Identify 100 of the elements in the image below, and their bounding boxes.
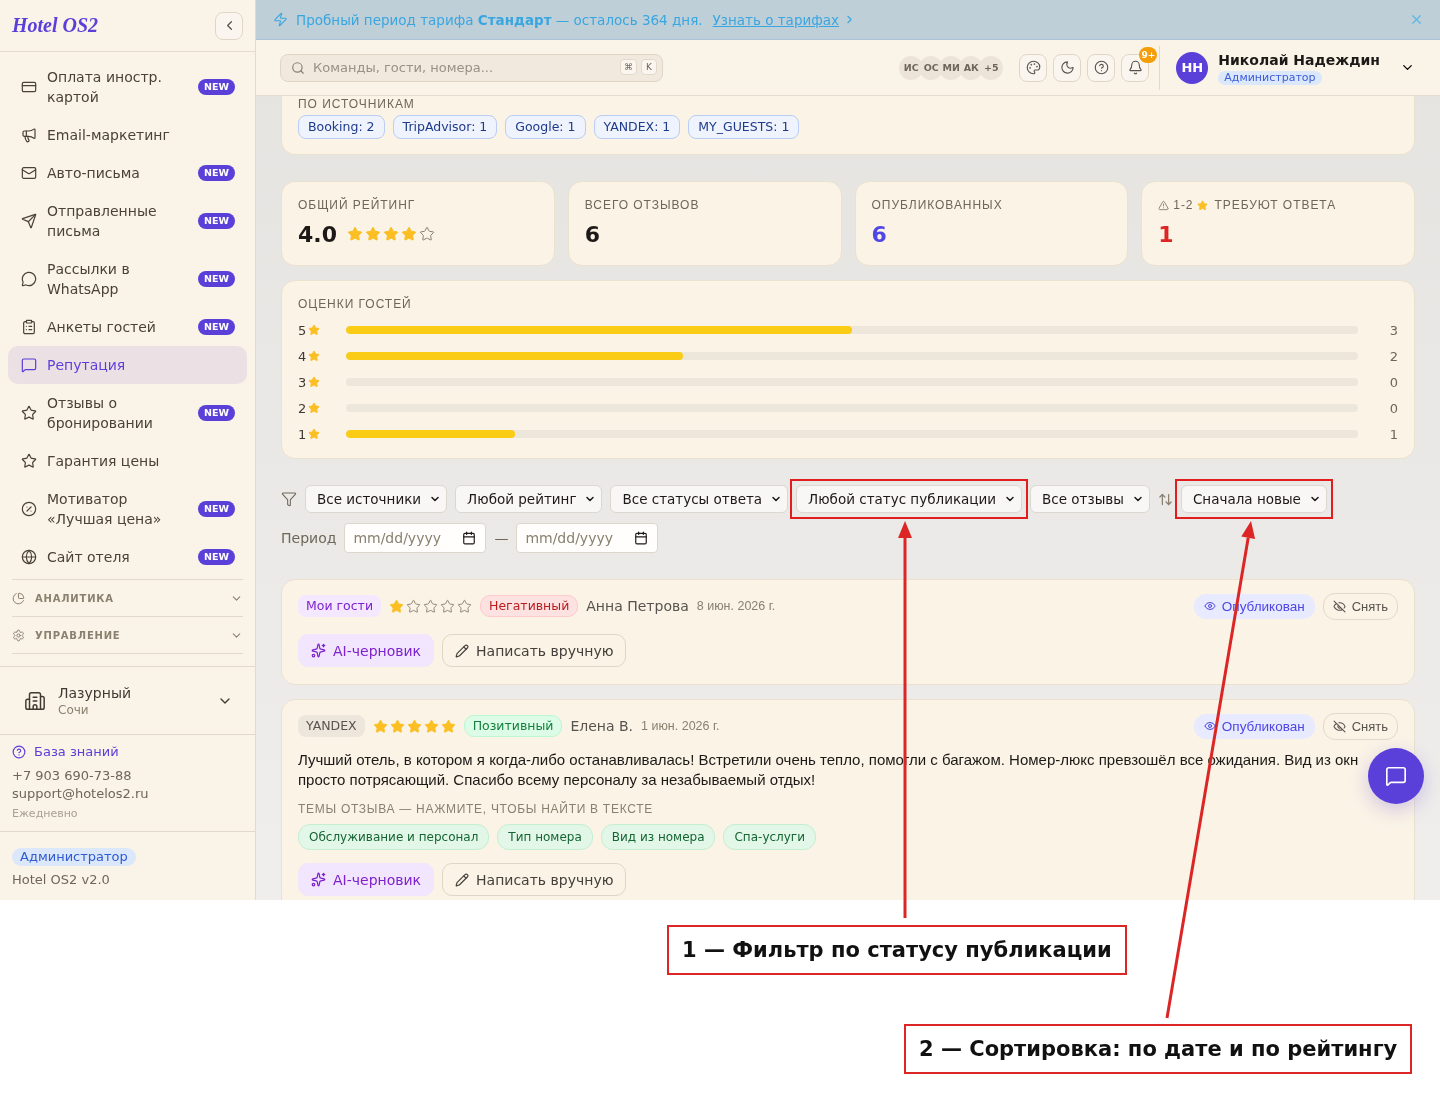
star-icon (440, 718, 456, 734)
new-badge: NEW (198, 213, 235, 229)
dropdown-select[interactable]: Все отзывы (1030, 485, 1150, 513)
more-users-count: +5 (979, 55, 1004, 80)
write-reply-button[interactable]: Написать вручную (442, 863, 627, 896)
star-outline-icon (423, 598, 439, 614)
sidebar-item[interactable]: Отправленные письма NEW (8, 192, 247, 250)
star-outline-icon (406, 598, 422, 614)
section-title: ПО ИСТОЧНИКАМ (298, 98, 416, 110)
eye-icon (1203, 600, 1216, 612)
dropdown-select[interactable]: Все источники (305, 485, 448, 513)
dark-mode-button[interactable] (1053, 53, 1082, 82)
star-icon (423, 718, 439, 734)
building-icon (24, 689, 46, 712)
role-badge: Администратор (12, 848, 136, 866)
stat-label: ВСЕГО ОТЗЫВОВ (584, 197, 701, 213)
annotation-caption: 2 — Сортировка: по дате и по рейтингу (904, 1024, 1413, 1074)
new-badge: NEW (198, 79, 235, 95)
topic-chip[interactable]: Тип номера (497, 824, 593, 850)
ai-draft-button[interactable]: AI-черновик (298, 634, 435, 667)
sidebar-item[interactable]: Анкеты гостей NEW (8, 308, 247, 346)
clipboard-icon (21, 319, 37, 335)
percent-circle-icon (21, 501, 37, 517)
sidebar-item[interactable]: Сайт отеля NEW (8, 538, 247, 576)
megaphone-icon (21, 127, 37, 143)
hotel-selector[interactable]: Лазурный Сочи (0, 666, 255, 734)
reviewer-name: Анна Петрова (586, 598, 689, 614)
support-email: support@hotelos2.ru (12, 785, 149, 803)
pencil-icon (455, 643, 470, 658)
envelope-icon (21, 165, 37, 181)
speech-bubble-icon (21, 271, 37, 287)
unpublish-button[interactable]: Снять (1322, 712, 1398, 740)
rating-score: 2 (298, 400, 307, 416)
sort-icon (1157, 491, 1173, 507)
date-field[interactable]: mm/dd/yyyy (516, 523, 659, 553)
sidebar-item[interactable]: Email-маркетинг (8, 116, 247, 154)
help-icon (12, 745, 26, 759)
knowledge-base-link[interactable]: База знаний (12, 743, 119, 761)
star-icon (389, 598, 405, 614)
sidebar-item[interactable]: Авто-письма NEW (8, 154, 247, 192)
new-badge: NEW (198, 271, 235, 287)
section-title: ОЦЕНКИ ГОСТЕЙ (298, 296, 413, 312)
ai-draft-button[interactable]: AI-черновик (298, 863, 435, 896)
sidebar-item[interactable]: Репутация (8, 346, 247, 384)
sidebar-item[interactable]: Гарантия цены (8, 442, 247, 480)
dropdown-select[interactable]: Сначала новые (1180, 485, 1327, 513)
sidebar-item[interactable]: Рассылки в WhatsApp NEW (8, 250, 247, 308)
write-reply-button[interactable]: Написать вручную (442, 634, 627, 667)
chat-icon (1385, 765, 1407, 787)
star-outline-icon (457, 598, 473, 614)
stat-value: 6 (584, 221, 601, 247)
warning-icon (1158, 199, 1170, 211)
rating-range: 1-2 (1173, 197, 1194, 213)
user-name: Николай Надеждин (1218, 50, 1380, 70)
pie-chart-icon (12, 591, 25, 605)
user-menu[interactable]: НН Николай Надеждин Администратор (1176, 50, 1415, 85)
paper-plane-icon (21, 213, 37, 229)
source-count-chip: Google: 1 (505, 115, 586, 139)
rating-score: 3 (298, 374, 307, 390)
status-label: Опубликован (1221, 717, 1305, 735)
role-badge: Администратор (1218, 70, 1322, 85)
new-badge: NEW (198, 319, 235, 335)
topic-chip[interactable]: Вид из номера (600, 824, 716, 850)
dropdown-select[interactable]: Любой статус публикации (796, 485, 1023, 513)
close-icon (1409, 12, 1424, 27)
source-count-chip: YANDEX: 1 (593, 115, 681, 139)
sentiment-tag: Негативный (480, 595, 579, 617)
palette-icon (1025, 60, 1041, 75)
eye-icon (1203, 720, 1216, 732)
help-button[interactable] (1087, 53, 1116, 82)
theme-button[interactable] (1019, 53, 1048, 82)
rating-count: 0 (1388, 374, 1398, 390)
review-date: 1 июн. 2026 г. (641, 719, 720, 733)
rating-count: 0 (1388, 400, 1398, 416)
date-field[interactable]: mm/dd/yyyy (344, 523, 487, 553)
sidebar-section[interactable]: УПРАВЛЕНИЕ (12, 617, 243, 654)
source-count-chip: TripAdvisor: 1 (392, 115, 498, 139)
sidebar-item[interactable]: Мотиватор «Лучшая цена» NEW (8, 480, 247, 538)
review-date: 8 июн. 2026 г. (696, 599, 776, 613)
sidebar-item[interactable]: Отзывы о бронировании NEW (8, 384, 247, 442)
sidebar-section[interactable]: АНАЛИТИКА (12, 580, 243, 617)
dropdown-select[interactable]: Любой рейтинг (455, 485, 603, 513)
source-tag: Мои гости (298, 595, 382, 617)
new-badge: NEW (198, 405, 235, 421)
credit-card-icon (21, 79, 37, 95)
moon-icon (1059, 60, 1075, 75)
app-logo: Hotel OS2 (12, 14, 99, 37)
star-icon (21, 405, 37, 421)
chat-bubble-icon (21, 357, 37, 373)
topic-chip[interactable]: Спа-услуги (723, 824, 816, 850)
app-version: Hotel OS2 v2.0 (12, 871, 110, 889)
sidebar-item[interactable]: Оплата иностр. картой NEW (8, 58, 247, 116)
stat-value: 1 (1158, 221, 1174, 247)
reviewer-name: Елена В. (570, 718, 634, 734)
lightning-icon (273, 12, 288, 27)
dropdown-select[interactable]: Все статусы ответа (610, 485, 789, 513)
unpublish-button[interactable]: Снять (1322, 592, 1398, 620)
topic-chip[interactable]: Обслуживание и персонал (298, 824, 490, 850)
support-phone: +7 903 690-73-88 (12, 767, 132, 785)
star-icon (389, 718, 405, 734)
